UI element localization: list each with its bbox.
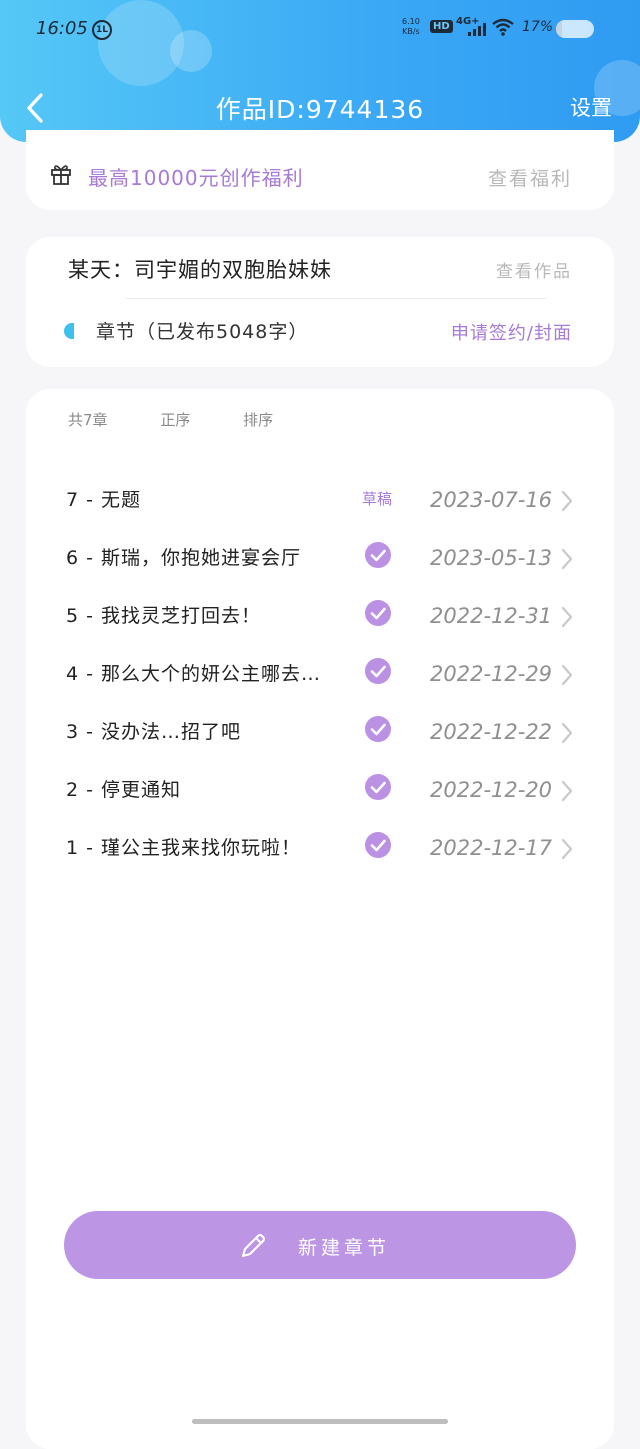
chevron-right-icon <box>561 548 573 570</box>
chapter-row[interactable]: 7 - 无题 草稿 2023-07-16 <box>26 471 614 529</box>
chapter-list-card: 共7章 正序 排序 7 - 无题 草稿 2023-07-16 6 - 斯瑞，你抱她进宴… <box>26 389 614 1449</box>
chapter-title: 1 - 瑾公主我来找你玩啦！ <box>66 837 302 859</box>
chevron-right-icon <box>561 490 573 512</box>
wifi-icon <box>492 18 514 36</box>
chapter-list: 7 - 无题 草稿 2023-07-16 6 - 斯瑞，你抱她进宴会厅 2023-05-… <box>26 471 614 877</box>
view-work-link[interactable]: 查看作品 <box>496 257 572 282</box>
chevron-right-icon <box>561 780 573 802</box>
chapter-row[interactable]: 1 - 瑾公主我来找你玩啦！ 2022-12-17 <box>26 819 614 877</box>
chevron-right-icon <box>561 722 573 744</box>
home-indicator[interactable] <box>192 1419 448 1424</box>
new-chapter-label: 新建章节 <box>298 1237 391 1259</box>
published-check-icon <box>365 774 391 800</box>
order-toggle[interactable]: 正序 <box>160 411 190 429</box>
status-time: 16:05 <box>36 18 88 39</box>
published-check-icon <box>365 542 391 568</box>
draft-badge: 草稿 <box>362 490 393 508</box>
notification-badge-icon: 1L <box>92 20 112 40</box>
section-marker-icon <box>64 323 74 339</box>
chapter-title: 7 - 无题 <box>66 489 142 511</box>
hd-icon: HD <box>430 20 453 33</box>
chapter-row[interactable]: 4 - 那么大个的妍公主哪去… 2022-12-29 <box>26 645 614 703</box>
chapter-row[interactable]: 2 - 停更通知 2022-12-20 <box>26 761 614 819</box>
battery-level-fill <box>556 20 563 38</box>
chapter-word-count: 章节（已发布5048字） <box>96 321 309 343</box>
published-check-icon <box>365 716 391 742</box>
chevron-right-icon <box>561 664 573 686</box>
chapter-title: 5 - 我找灵芝打回去！ <box>66 605 262 627</box>
chapter-date: 2023-07-16 <box>430 488 553 512</box>
sort-button[interactable]: 排序 <box>243 411 273 429</box>
published-check-icon <box>365 832 391 858</box>
page-title: 作品ID:9744136 <box>215 95 425 124</box>
chapter-title: 2 - 停更通知 <box>66 779 182 801</box>
chapter-row[interactable]: 5 - 我找灵芝打回去！ 2022-12-31 <box>26 587 614 645</box>
cellular-signal-icon: 4G+ <box>456 16 486 38</box>
network-speed-value: 6.10 <box>402 17 420 26</box>
chapter-date: 2022-12-17 <box>430 836 553 860</box>
gift-icon <box>51 165 71 185</box>
new-chapter-button[interactable]: 新建章节 <box>64 1211 576 1279</box>
divider <box>126 298 546 299</box>
view-benefit-link[interactable]: 查看福利 <box>488 164 572 191</box>
app-header: 16:05 1L 6.10 KB/s HD 4G+ 17% 作品ID:97441… <box>0 0 640 142</box>
chapter-date: 2022-12-31 <box>430 604 553 628</box>
work-info-card: 某天：司宇媚的双胞胎妹妹 查看作品 章节（已发布5048字） 申请签约/封面 <box>26 237 614 367</box>
chapter-date: 2022-12-22 <box>430 720 553 744</box>
benefit-text: 最高10000元创作福利 <box>88 166 304 190</box>
chapter-date: 2022-12-20 <box>430 778 553 802</box>
network-speed-unit: KB/s <box>402 27 420 36</box>
chapter-title: 6 - 斯瑞，你抱她进宴会厅 <box>66 547 302 569</box>
chevron-right-icon <box>561 838 573 860</box>
chapter-row[interactable]: 3 - 没办法…招了吧 2022-12-22 <box>26 703 614 761</box>
list-controls: 共7章 正序 排序 <box>68 409 321 430</box>
pencil-icon <box>241 1233 266 1258</box>
chapter-date: 2023-05-13 <box>430 546 553 570</box>
status-bar: 16:05 1L 6.10 KB/s HD 4G+ 17% <box>0 0 640 58</box>
chapter-row[interactable]: 6 - 斯瑞，你抱她进宴会厅 2023-05-13 <box>26 529 614 587</box>
chevron-right-icon <box>561 606 573 628</box>
network-speed: 6.10 KB/s <box>402 17 420 37</box>
published-check-icon <box>365 658 391 684</box>
chapter-date: 2022-12-29 <box>430 662 553 686</box>
chapter-count: 共7章 <box>68 411 108 429</box>
work-title: 某天：司宇媚的双胞胎妹妹 <box>68 258 332 282</box>
settings-button[interactable]: 设置 <box>570 92 612 122</box>
benefit-banner[interactable]: 最高10000元创作福利 查看福利 <box>26 130 614 210</box>
published-check-icon <box>365 600 391 626</box>
battery-percent: 17% <box>522 19 554 35</box>
chapter-title: 3 - 没办法…招了吧 <box>66 721 242 743</box>
chapter-title: 4 - 那么大个的妍公主哪去… <box>66 663 322 685</box>
battery-icon <box>556 20 594 38</box>
apply-contract-link[interactable]: 申请签约/封面 <box>451 319 572 345</box>
network-type: 4G+ <box>456 16 480 27</box>
